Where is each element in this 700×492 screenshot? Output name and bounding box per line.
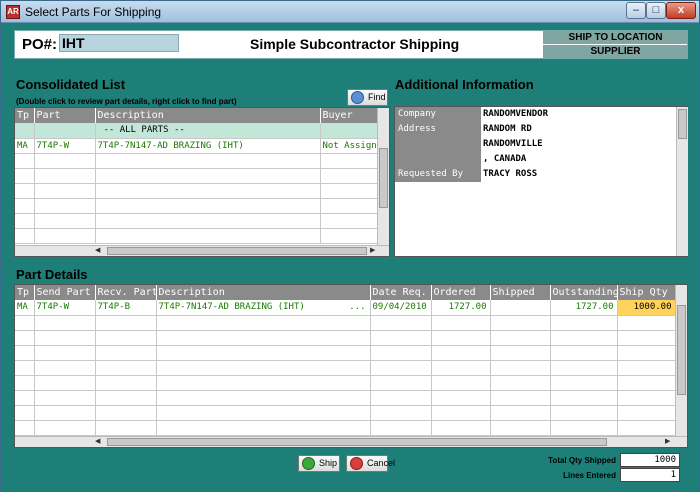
table-row[interactable] <box>15 405 676 421</box>
cancel-button[interactable]: Cancel <box>346 455 395 472</box>
info-row: Company RANDOMVENDOR <box>395 107 677 122</box>
consolidated-grid[interactable]: Tp Part Description Buyer -- ALL PARTS -… <box>14 107 390 257</box>
ship-button[interactable]: Ship <box>298 455 340 472</box>
supplier-button[interactable]: SUPPLIER <box>543 45 688 58</box>
info-label <box>395 137 481 152</box>
app-icon: AR <box>6 5 20 19</box>
po-label: PO#: <box>22 36 58 53</box>
additional-info-title: Additional Information <box>395 77 534 92</box>
title-bar[interactable]: AR Select Parts For Shipping – □ x <box>1 1 699 23</box>
table-row[interactable] <box>15 168 380 184</box>
col-part[interactable]: Part <box>34 108 96 123</box>
magnifier-icon <box>351 91 364 104</box>
table-row[interactable] <box>15 390 676 406</box>
find-label: Find <box>368 92 386 102</box>
consolidated-vertical-scrollbar[interactable] <box>377 108 389 245</box>
scroll-thumb[interactable] <box>677 305 686 395</box>
info-label: Address <box>395 122 481 137</box>
col-description[interactable]: Description <box>156 285 371 300</box>
consolidated-list-title: Consolidated List <box>16 77 126 92</box>
part-details-grid[interactable]: Tp Send Part Recv. Part Description Date… <box>14 284 688 448</box>
ship-to-location-button[interactable]: SHIP TO LOCATION <box>543 31 688 44</box>
scroll-left-icon[interactable]: ◀ <box>95 437 100 445</box>
lines-entered-label: Lines Entered <box>563 471 616 480</box>
po-number-field[interactable]: IHT <box>59 34 179 52</box>
info-row: , CANADA <box>395 152 677 167</box>
scroll-thumb[interactable] <box>107 247 367 255</box>
table-row[interactable] <box>15 330 676 346</box>
part-details-title: Part Details <box>16 267 88 282</box>
col-description[interactable]: Description <box>95 108 321 123</box>
table-row[interactable] <box>15 360 676 376</box>
maximize-button[interactable]: □ <box>646 2 666 19</box>
table-row[interactable] <box>15 198 380 214</box>
info-value: , CANADA <box>483 154 527 164</box>
scroll-right-icon[interactable]: ▶ <box>370 246 375 254</box>
minimize-button[interactable]: – <box>626 2 646 19</box>
table-row[interactable]: -- ALL PARTS -- <box>15 123 380 139</box>
scroll-thumb[interactable] <box>678 109 687 139</box>
col-tp[interactable]: Tp <box>15 285 35 300</box>
find-button[interactable]: Find <box>347 89 388 106</box>
table-row[interactable] <box>15 153 380 169</box>
info-value: TRACY ROSS <box>483 169 538 179</box>
cancel-icon <box>350 457 363 470</box>
po-header: PO#: IHT Simple Subcontractor Shipping S… <box>14 30 688 59</box>
description-text: 7T4P-7N147-AD BRAZING (IHT) <box>158 302 305 313</box>
consolidated-horizontal-scrollbar[interactable]: ◀ ▶ <box>15 245 389 256</box>
info-vertical-scrollbar[interactable] <box>676 107 688 256</box>
info-row: Requested By TRACY ROSS <box>395 167 677 182</box>
info-value: RANDOMVENDOR <box>483 109 549 119</box>
table-row[interactable]: MA 7T4P-W 7T4P-7N147-AD BRAZING (IHT) No… <box>15 138 380 154</box>
col-send-part[interactable]: Send Part <box>34 285 96 300</box>
ellipsis-button[interactable]: ... <box>349 302 365 312</box>
total-qty-field: 1000 <box>620 453 680 467</box>
table-row[interactable] <box>15 183 380 199</box>
details-vertical-scrollbar[interactable] <box>675 285 687 436</box>
info-row: Address RANDOM RD <box>395 122 677 137</box>
ship-label: Ship <box>319 458 338 468</box>
cancel-label: Cancel <box>367 458 396 468</box>
lines-entered-field: 1 <box>620 468 680 482</box>
info-label: Requested By <box>395 167 481 182</box>
page-title: Simple Subcontractor Shipping <box>250 36 460 52</box>
col-ordered[interactable]: Ordered <box>431 285 491 300</box>
scroll-right-icon[interactable]: ▶ <box>665 437 670 445</box>
col-buyer[interactable]: Buyer <box>320 108 380 123</box>
ship-qty-cell[interactable]: 1000.00 <box>617 300 676 316</box>
table-row[interactable] <box>15 228 380 244</box>
close-button[interactable]: x <box>666 2 696 19</box>
col-outstanding[interactable]: Outstanding <box>550 285 618 300</box>
col-shipped[interactable]: Shipped <box>490 285 551 300</box>
additional-info-panel: Company RANDOMVENDOR Address RANDOM RD R… <box>394 106 688 257</box>
info-label <box>395 152 481 167</box>
scroll-thumb[interactable] <box>379 148 388 208</box>
info-row: RANDOMVILLE <box>395 137 677 152</box>
check-icon <box>302 457 315 470</box>
col-date-req[interactable]: Date Req. <box>370 285 432 300</box>
info-value: RANDOMVILLE <box>483 139 543 149</box>
table-row[interactable] <box>15 315 676 331</box>
col-recv-part[interactable]: Recv. Part <box>95 285 157 300</box>
info-label: Company <box>395 107 481 122</box>
consolidated-hint: (Double click to review part details, ri… <box>16 97 237 106</box>
table-row[interactable] <box>15 345 676 361</box>
window-title: Select Parts For Shipping <box>25 5 162 19</box>
shipping-window: AR Select Parts For Shipping – □ x PO#: … <box>0 0 700 492</box>
table-row[interactable] <box>15 213 380 229</box>
total-qty-label: Total Qty Shipped <box>548 456 616 465</box>
col-tp[interactable]: Tp <box>15 108 35 123</box>
col-ship-qty[interactable]: Ship Qty <box>617 285 676 300</box>
table-row[interactable] <box>15 375 676 391</box>
table-row[interactable]: MA 7T4P-W 7T4P-B 7T4P-7N147-AD BRAZING (… <box>15 300 676 316</box>
scroll-thumb[interactable] <box>107 438 607 446</box>
table-row[interactable] <box>15 420 676 436</box>
info-value: RANDOM RD <box>483 124 532 134</box>
details-horizontal-scrollbar[interactable]: ◀ ▶ <box>15 436 687 447</box>
scroll-left-icon[interactable]: ◀ <box>95 246 100 254</box>
